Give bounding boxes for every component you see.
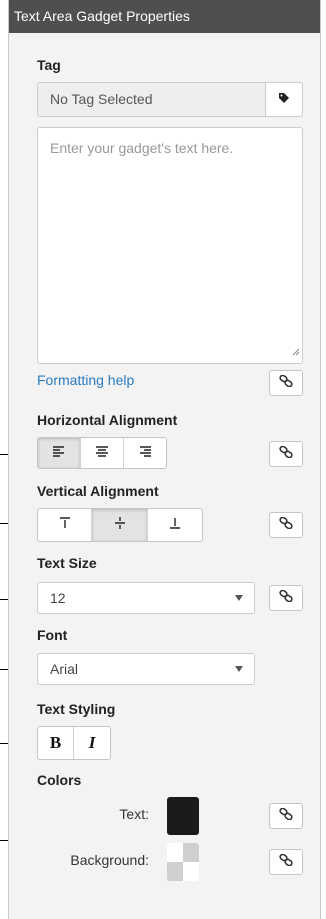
tag-selector[interactable]: No Tag Selected (37, 82, 303, 117)
properties-panel: Text Area Gadget Properties Tag No Tag S… (8, 0, 321, 919)
text-area-placeholder: Enter your gadget's text here. (50, 140, 234, 156)
chain-link-icon (279, 516, 293, 534)
text-size-select[interactable]: 12 (37, 582, 255, 614)
colors-heading: Colors (37, 772, 82, 788)
background-color-label: Background: (70, 852, 149, 868)
formatting-help-link[interactable]: Formatting help (37, 372, 134, 388)
horizontal-alignment-link-button[interactable] (269, 441, 303, 467)
align-middle-button[interactable] (92, 509, 148, 541)
font-heading: Font (37, 627, 68, 643)
align-center-icon (96, 444, 108, 462)
align-middle-icon (114, 516, 126, 535)
text-size-link-button[interactable] (269, 585, 303, 611)
align-left-icon (53, 444, 65, 462)
chain-link-icon (279, 589, 293, 607)
tag-value: No Tag Selected (50, 91, 153, 107)
text-color-swatch[interactable] (167, 797, 199, 835)
background-color-link-button[interactable] (269, 849, 303, 875)
chevron-down-icon (235, 666, 243, 672)
font-select[interactable]: Arial (37, 653, 255, 685)
bold-label: B (49, 733, 62, 752)
text-size-value: 12 (50, 590, 66, 606)
horizontal-alignment-group (37, 437, 167, 469)
align-left-button[interactable] (38, 438, 82, 468)
tag-heading: Tag (37, 57, 61, 73)
text-color-link-button[interactable] (269, 803, 303, 829)
text-size-heading: Text Size (37, 555, 97, 571)
chain-link-icon (279, 853, 293, 871)
font-value: Arial (50, 661, 79, 677)
align-top-button[interactable] (38, 509, 93, 541)
tag-button[interactable] (265, 83, 302, 116)
chain-link-icon (279, 807, 293, 825)
text-area[interactable]: Enter your gadget's text here. (37, 127, 303, 364)
formatting-link-button[interactable] (269, 370, 303, 396)
text-color-label: Text: (119, 806, 149, 822)
align-right-button[interactable] (124, 438, 166, 468)
chain-link-icon (279, 445, 293, 463)
background-color-swatch[interactable] (167, 843, 199, 881)
align-center-button[interactable] (81, 438, 124, 468)
bold-button[interactable]: B (38, 727, 75, 759)
align-top-icon (59, 516, 71, 534)
align-bottom-button[interactable] (148, 509, 202, 541)
text-styling-group: B I (37, 726, 111, 760)
tag-icon (278, 91, 290, 109)
text-styling-heading: Text Styling (37, 701, 116, 717)
vertical-alignment-link-button[interactable] (269, 512, 303, 538)
vertical-alignment-heading: Vertical Alignment (37, 483, 159, 499)
align-right-icon (139, 444, 151, 462)
align-bottom-icon (169, 516, 181, 534)
chain-link-icon (279, 374, 293, 392)
italic-label: I (88, 733, 96, 752)
horizontal-alignment-heading: Horizontal Alignment (37, 412, 178, 428)
resize-handle-icon[interactable] (292, 343, 300, 361)
italic-button[interactable]: I (74, 727, 110, 759)
panel-title: Text Area Gadget Properties (9, 0, 320, 33)
chevron-down-icon (235, 595, 243, 601)
vertical-alignment-group (37, 508, 203, 542)
